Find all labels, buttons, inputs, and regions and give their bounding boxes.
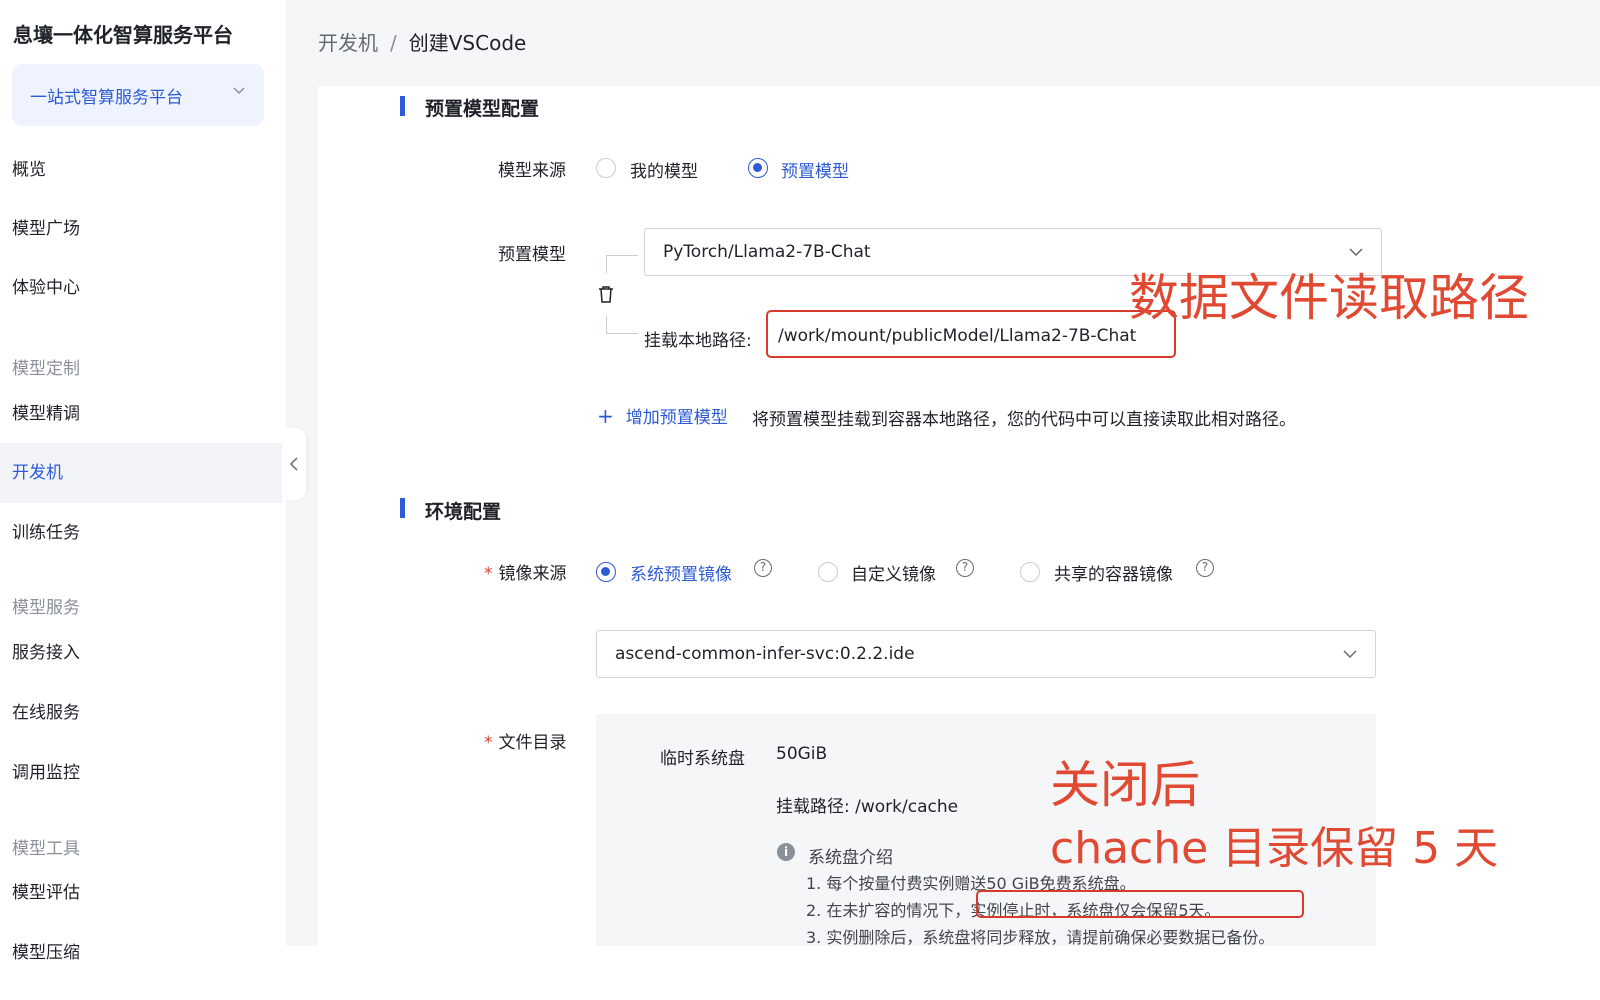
disk-note-3: 3. 实例删除后，系统盘将同步释放，请提前确保必要数据已备份。 xyxy=(806,928,1275,947)
radio-system-image[interactable] xyxy=(596,562,616,582)
sidebar-item-fine-tune[interactable]: 模型精调 xyxy=(0,384,282,444)
sidebar-item-model-square[interactable]: 模型广场 xyxy=(0,199,282,259)
sidebar-item-call-monitor[interactable]: 调用监控 xyxy=(0,743,282,803)
help-icon[interactable]: ? xyxy=(1196,559,1214,577)
help-icon[interactable]: ? xyxy=(956,559,974,577)
sidebar-group-service: 模型服务 xyxy=(12,598,80,618)
plus-icon: + xyxy=(597,404,614,428)
sidebar-item-service-access[interactable]: 服务接入 xyxy=(0,623,282,683)
help-icon[interactable]: ? xyxy=(754,559,772,577)
annotation-after-close: 关闭后 xyxy=(1050,756,1200,814)
sidebar-item-overview[interactable]: 概览 xyxy=(0,140,282,200)
platform-select[interactable]: 一站式智算服务平台 xyxy=(12,64,264,126)
breadcrumb-parent[interactable]: 开发机 xyxy=(318,31,378,55)
preset-model-label: 预置模型 xyxy=(498,245,566,265)
sidebar-item-dev-machine[interactable]: 开发机 xyxy=(0,443,282,503)
breadcrumb-current: 创建VSCode xyxy=(408,31,527,55)
mount-path-cache: 挂载路径: /work/cache xyxy=(776,797,959,817)
annotation-box-retention xyxy=(976,890,1304,918)
add-preset-model-button[interactable]: + 增加预置模型 xyxy=(597,403,728,428)
preset-model-select-value: PyTorch/Llama2-7B-Chat xyxy=(663,242,871,262)
annotation-cache-retention: chache 目录保留 5 天 xyxy=(1050,823,1499,874)
annotation-read-path: 数据文件读取路径 xyxy=(1129,269,1529,327)
radio-custom-image-label[interactable]: 自定义镜像 xyxy=(851,560,936,585)
sidebar: 息壤一体化智算服务平台 一站式智算服务平台 概览 模型广场 体验中心 模型定制 … xyxy=(0,0,286,1000)
image-source-label: * 镜像来源 xyxy=(484,564,567,584)
image-select[interactable]: ascend-common-infer-svc:0.2.2.ide xyxy=(596,630,1376,678)
temp-disk-value: 50GiB xyxy=(776,744,828,764)
radio-shared-image[interactable] xyxy=(1020,562,1040,582)
file-dir-label: * 文件目录 xyxy=(484,733,567,753)
trash-icon[interactable] xyxy=(597,284,615,308)
annotation-box-mount-path xyxy=(766,310,1176,358)
section-title-env: 环境配置 xyxy=(425,501,502,523)
radio-shared-image-label[interactable]: 共享的容器镜像 xyxy=(1054,560,1173,585)
sidebar-collapse-button[interactable] xyxy=(282,428,306,500)
disk-intro-title: 系统盘介绍 xyxy=(808,848,893,868)
chevron-down-icon xyxy=(232,82,246,101)
sidebar-item-training-tasks[interactable]: 训练任务 xyxy=(0,503,282,563)
sidebar-group-tools: 模型工具 xyxy=(12,839,80,859)
info-icon: i xyxy=(777,843,795,861)
radio-preset-model[interactable] xyxy=(748,158,768,178)
sidebar-item-model-compress[interactable]: 模型压缩 xyxy=(0,923,282,983)
platform-select-label: 一站式智算服务平台 xyxy=(30,88,183,108)
section-marker xyxy=(400,96,405,116)
add-preset-hint: 将预置模型挂载到容器本地路径，您的代码中可以直接读取此相对路径。 xyxy=(752,410,1296,430)
chevron-left-icon xyxy=(289,457,298,471)
chevron-down-icon xyxy=(1341,645,1359,667)
radio-custom-image[interactable] xyxy=(818,562,838,582)
image-select-value: ascend-common-infer-svc:0.2.2.ide xyxy=(615,644,915,664)
sidebar-item-online-service[interactable]: 在线服务 xyxy=(0,683,282,743)
sidebar-group-customize: 模型定制 xyxy=(12,359,80,379)
temp-disk-label: 临时系统盘 xyxy=(660,749,745,769)
bottom-strip xyxy=(286,946,1600,1000)
radio-my-model[interactable] xyxy=(596,158,616,178)
sidebar-item-experience-center[interactable]: 体验中心 xyxy=(0,258,282,318)
radio-preset-model-label[interactable]: 预置模型 xyxy=(781,157,849,182)
tree-connector-bottom xyxy=(606,316,638,334)
section-title-preset: 预置模型配置 xyxy=(425,98,540,120)
section-marker xyxy=(400,498,405,518)
add-preset-model-label: 增加预置模型 xyxy=(625,408,728,428)
model-source-label: 模型来源 xyxy=(498,161,566,181)
radio-my-model-label[interactable]: 我的模型 xyxy=(630,157,698,182)
brand-title: 息壤一体化智算服务平台 xyxy=(13,23,233,47)
breadcrumb-separator: / xyxy=(390,31,397,55)
mount-path-label: 挂载本地路径: xyxy=(644,331,752,351)
tree-connector-top xyxy=(606,255,638,273)
sidebar-item-model-eval[interactable]: 模型评估 xyxy=(0,863,282,923)
breadcrumb: 开发机 / 创建VSCode xyxy=(318,27,526,56)
radio-system-image-label[interactable]: 系统预置镜像 xyxy=(630,560,732,585)
